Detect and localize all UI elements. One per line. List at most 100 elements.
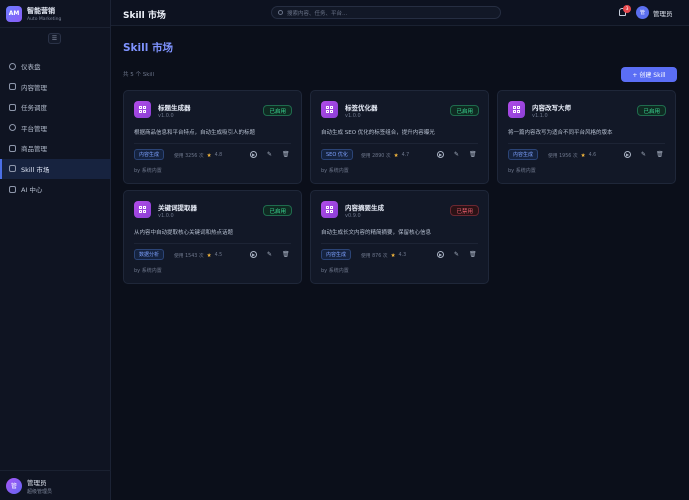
rating: 4.8 <box>214 153 223 158</box>
skill-version: v1.0.0 <box>158 213 174 219</box>
usage-count: 使用 876 次 <box>361 254 388 259</box>
delete-icon[interactable]: 🗑 <box>469 151 477 158</box>
sidebar-item-label: Skill 市场 <box>21 165 50 174</box>
sidebar-item-ai-center[interactable]: AI 中心 <box>0 179 111 200</box>
sidebar-nav: 仪表盘 内容管理 任务调度 平台管理 商品管理 Skill 市场 AI 中心 <box>0 56 111 200</box>
skill-grid-icon <box>508 101 525 118</box>
skill-version: v1.0.0 <box>158 113 174 119</box>
skill-description: 根据商品信息和平台特点，自动生成吸引人的标题 <box>134 130 256 136</box>
sidebar-item-label: 内容管理 <box>21 83 47 92</box>
divider <box>134 143 291 144</box>
play-icon[interactable]: ▶ <box>624 151 631 158</box>
skill-grid-icon <box>321 101 338 118</box>
star-icon: ★ <box>390 252 396 259</box>
star-icon: ★ <box>393 152 399 159</box>
skill-version: v0.9.0 <box>345 213 361 219</box>
skill-name: 标题生成器 <box>158 104 191 112</box>
edit-icon[interactable]: ✎ <box>266 151 273 158</box>
card-actions: ▶ ✎ 🗑 <box>437 251 477 258</box>
sidebar-item-tasks[interactable]: 任务调度 <box>0 97 111 118</box>
skill-name: 关键词提取器 <box>158 204 197 212</box>
main-content: Skill 市场 共 5 个 Skill + 创建 Skill 标题生成器 v1… <box>111 26 689 500</box>
edit-icon[interactable]: ✎ <box>453 151 460 158</box>
sidebar-item-platforms[interactable]: 平台管理 <box>0 118 111 139</box>
skill-grid-icon <box>321 201 338 218</box>
star-icon: ★ <box>206 252 212 259</box>
play-icon[interactable]: ▶ <box>437 251 444 258</box>
card-actions: ▶ ✎ 🗑 <box>250 151 290 158</box>
skill-card[interactable]: 标题生成器 v1.0.0 已启用 根据商品信息和平台特点，自动生成吸引人的标题 … <box>123 90 302 184</box>
rating: 4.6 <box>588 153 597 158</box>
skill-count: 共 5 个 Skill <box>123 72 155 78</box>
play-icon[interactable]: ▶ <box>250 251 257 258</box>
skill-card[interactable]: 标签优化器 v1.0.0 已启用 自动生成 SEO 优化的标签组合，提升内容曝光… <box>310 90 489 184</box>
avatar: 管 <box>636 6 649 19</box>
skill-card[interactable]: 内容改写大师 v1.1.0 已启用 将一篇内容改写为适合不同平台风格的版本 内容… <box>497 90 676 184</box>
star-icon: ★ <box>206 152 212 159</box>
notification-badge: 3 <box>623 5 631 13</box>
box-icon <box>9 144 16 152</box>
user-role: 超级管理员 <box>27 488 53 495</box>
brand-subtitle: Auto Marketing <box>27 16 62 22</box>
delete-icon[interactable]: 🗑 <box>656 151 664 158</box>
skill-meta: 使用 3256 次 ★ 4.8 <box>174 152 223 160</box>
play-icon[interactable]: ▶ <box>250 151 257 158</box>
search-placeholder: 搜索内容、任务、平台... <box>287 10 348 17</box>
skill-grid-icon <box>134 201 151 218</box>
sidebar-item-dashboard[interactable]: 仪表盘 <box>0 56 111 77</box>
top-user-name: 管理员 <box>653 9 673 18</box>
skill-card[interactable]: 关键词提取器 v1.0.0 已启用 从内容中自动提取核心关键词和热点话题 数据分… <box>123 190 302 284</box>
bot-icon <box>9 185 16 193</box>
skill-version: v1.0.0 <box>345 113 361 119</box>
usage-count: 使用 1543 次 <box>174 254 204 259</box>
card-actions: ▶ ✎ 🗑 <box>437 151 477 158</box>
edit-icon[interactable]: ✎ <box>266 251 273 258</box>
sidebar-item-label: 仪表盘 <box>21 63 41 72</box>
skill-description: 将一篇内容改写为适合不同平台风格的版本 <box>508 130 613 136</box>
star-icon: ★ <box>580 152 586 159</box>
category-tag: 内容生成 <box>321 249 352 260</box>
category-tag: 内容生成 <box>134 149 165 160</box>
skill-name: 内容改写大师 <box>532 104 571 112</box>
sidebar-item-skill-market[interactable]: Skill 市场 <box>0 158 111 179</box>
status-badge: 已禁用 <box>450 205 479 216</box>
calendar-icon <box>9 103 16 111</box>
status-badge: 已启用 <box>263 205 292 216</box>
skill-grid-icon <box>134 101 151 118</box>
edit-icon[interactable]: ✎ <box>453 251 460 258</box>
top-user-menu[interactable]: 管 管理员 <box>636 6 673 19</box>
play-icon[interactable]: ▶ <box>437 151 444 158</box>
user-name: 管理员 <box>27 478 47 487</box>
skill-author: by 系统内置 <box>321 268 349 274</box>
dashboard-icon <box>9 62 16 70</box>
card-actions: ▶ ✎ 🗑 <box>250 251 290 258</box>
create-skill-button[interactable]: + 创建 Skill <box>621 67 677 82</box>
usage-count: 使用 1956 次 <box>548 154 578 159</box>
search-input[interactable]: 搜索内容、任务、平台... <box>271 6 501 19</box>
delete-icon[interactable]: 🗑 <box>282 151 290 158</box>
sidebar: AM 智能营销 Auto Marketing ☰ 仪表盘 内容管理 任务调度 平… <box>0 0 111 500</box>
skill-card[interactable]: 内容摘要生成 v0.9.0 已禁用 自动生成长文内容的精简摘要，保留核心信息 内… <box>310 190 489 284</box>
sidebar-item-label: 商品管理 <box>21 145 47 154</box>
sidebar-item-products[interactable]: 商品管理 <box>0 138 111 159</box>
skill-meta: 使用 1543 次 ★ 4.5 <box>174 252 222 260</box>
delete-icon[interactable]: 🗑 <box>469 251 477 258</box>
user-profile[interactable]: 管 管理员 超级管理员 <box>0 470 111 500</box>
skill-name: 内容摘要生成 <box>345 204 384 212</box>
status-badge: 已启用 <box>637 105 666 116</box>
skill-name: 标签优化器 <box>345 104 378 112</box>
brand-logo: AM <box>6 5 22 22</box>
divider <box>508 143 665 144</box>
skill-meta: 使用 876 次 ★ 4.3 <box>361 252 406 260</box>
divider <box>321 243 478 244</box>
sidebar-item-content[interactable]: 内容管理 <box>0 77 111 98</box>
delete-icon[interactable]: 🗑 <box>282 251 290 258</box>
collapse-sidebar-button[interactable]: ☰ <box>48 33 61 44</box>
skill-version: v1.1.0 <box>532 113 548 119</box>
skill-author: by 系统内置 <box>321 168 349 174</box>
usage-count: 使用 2890 次 <box>361 154 391 159</box>
page-header-title: Skill 市场 <box>123 11 166 21</box>
edit-icon[interactable]: ✎ <box>640 151 647 158</box>
skill-description: 自动生成 SEO 优化的标签组合，提升内容曝光 <box>321 130 435 136</box>
category-tag: SEO 优化 <box>321 149 353 160</box>
